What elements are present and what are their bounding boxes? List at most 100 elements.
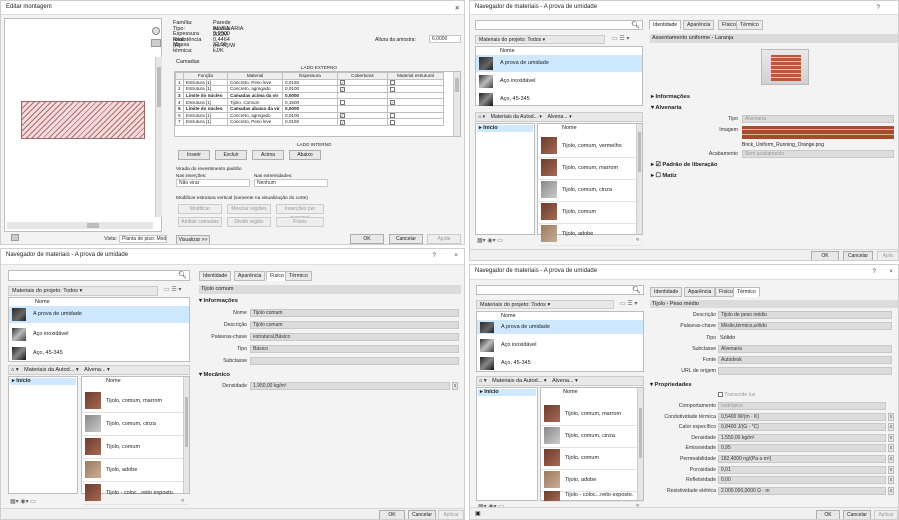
thermal-prop-spinner[interactable]: ⇕ xyxy=(888,444,894,453)
layer-cell-n[interactable]: 2 xyxy=(175,85,184,93)
layer-cell-m[interactable]: Camadas acima da vir xyxy=(227,91,283,100)
list-item[interactable]: Aço, 45-345 xyxy=(476,91,642,108)
preview-orientation-icon[interactable] xyxy=(11,234,19,241)
layer-cell-m[interactable]: Concreto, agregado xyxy=(227,111,283,120)
cancel-button[interactable]: Cancelar xyxy=(843,510,871,519)
structural-checkbox[interactable] xyxy=(390,80,395,86)
list-item[interactable]: Tijolo, comum xyxy=(82,435,189,459)
merge-regions-button[interactable]: Mesclar regiões xyxy=(227,204,271,214)
library-tools-icon[interactable]: ▦▾ ◉▾ ▭ xyxy=(477,237,503,244)
subclass-field[interactable] xyxy=(250,357,459,365)
tab-identity[interactable]: Identidade xyxy=(650,287,683,297)
layer-cell-e[interactable]: 0,0100 xyxy=(282,111,338,120)
name-field[interactable]: Tijolo comum xyxy=(250,309,459,317)
list-item[interactable]: Tijolo, comum, cinza xyxy=(538,178,642,202)
search-input[interactable]: 🔍︎ xyxy=(476,285,644,295)
transmits-light-checkbox[interactable]: Transmite luz xyxy=(718,392,755,398)
list-item[interactable]: A prova de umidade xyxy=(477,320,643,334)
structural-checkbox-cell[interactable] xyxy=(387,85,444,93)
section-relief-pattern[interactable]: ▸ ☑ Padrão de liberação xyxy=(651,162,717,168)
layer-cell-f[interactable]: Limite do núcleo xyxy=(183,91,228,100)
layer-cell-f[interactable]: Estrutura [1] xyxy=(183,85,228,93)
collapse-panel-icon[interactable]: « xyxy=(181,498,184,504)
delete-layer-button[interactable]: Excluir xyxy=(215,150,247,160)
table-row[interactable]: 7 Estrutura [1] Concreto, Peso leve 0,0150 ✓ xyxy=(175,118,444,126)
thermal-prop-field[interactable]: Isotrópico xyxy=(718,402,886,410)
thermal-prop-spinner[interactable]: ⇕ xyxy=(888,423,894,432)
thermal-prop-field[interactable]: 2.000.000,0000 Ω · m xyxy=(718,486,886,495)
section-tint[interactable]: ▸ ☐ Matiz xyxy=(651,173,677,179)
tab-appearance[interactable]: Aparência xyxy=(683,20,715,30)
wraps-checkbox-cell[interactable]: ✓ xyxy=(337,111,388,120)
structural-checkbox-cell[interactable] xyxy=(387,78,444,87)
view-options-icon[interactable]: ▭ ☰ ▾ xyxy=(620,300,637,307)
source-field[interactable]: Autodesk xyxy=(718,356,892,364)
modify-button[interactable]: Modificar xyxy=(178,204,222,214)
wraps-checkbox-cell[interactable] xyxy=(337,98,388,106)
section-information[interactable]: ▸ Informações xyxy=(651,94,690,100)
layer-cell-n[interactable]: 4 xyxy=(175,98,184,106)
tree-item-home[interactable]: ▸ Início xyxy=(10,378,76,385)
tree-item-home[interactable]: ▸ Início xyxy=(477,125,533,132)
zoom-icon[interactable] xyxy=(152,27,160,35)
table-row[interactable]: 1 Estrutura [1] Concreto, Peso leve 0,0150 ✓ xyxy=(175,78,444,87)
section-information[interactable]: ▾ Informações xyxy=(199,298,238,304)
close-icon[interactable]: × xyxy=(889,268,893,275)
list-item[interactable]: Tijolo - coloc...reito exposto. xyxy=(82,481,189,505)
list-item[interactable]: Tijolo, adobe xyxy=(538,222,642,246)
density-spinner[interactable]: ⇕ xyxy=(452,382,458,390)
sweeps-button[interactable]: Inserções per personal xyxy=(276,204,324,221)
tab-identity[interactable]: Identidade xyxy=(649,20,682,30)
finish-dropdown[interactable]: Sem acabamento xyxy=(742,150,894,158)
move-down-button[interactable]: Abaixo xyxy=(289,150,321,160)
type-field[interactable]: Alvenaria xyxy=(742,115,894,123)
split-region-button[interactable]: Dividir região xyxy=(227,217,271,227)
list-item[interactable]: A prova de umidade xyxy=(476,55,642,72)
cancel-button[interactable]: Cancelar xyxy=(389,234,423,244)
library-scrollbar[interactable] xyxy=(636,124,642,234)
library-scrollbar[interactable] xyxy=(183,377,189,493)
table-row[interactable]: 6 Estrutura [1] Concreto, agregado 0,0100 ✓ xyxy=(175,111,444,120)
breadcrumb-category[interactable]: Alvena... xyxy=(547,114,567,120)
thermal-prop-field[interactable]: 182,4000 ng/(Pa·s·m²) xyxy=(718,455,886,463)
layer-cell-m[interactable]: Concreto, Peso leve xyxy=(227,118,283,126)
list-item[interactable]: Aço inoxidável xyxy=(477,337,643,354)
structural-checkbox-cell[interactable] xyxy=(387,91,444,100)
view-options-icon[interactable]: ▭ ☰ ▾ xyxy=(164,286,181,293)
keywords-field[interactable]: Médio,térmico,sólido xyxy=(718,322,892,330)
home-icon[interactable]: ⌂ ▾ xyxy=(478,114,485,120)
structural-checkbox[interactable] xyxy=(390,86,395,92)
layer-cell-e[interactable]: 0,0150 xyxy=(282,118,338,126)
breadcrumb-library[interactable]: Materiais da Autod... xyxy=(492,378,542,384)
search-input[interactable]: 🔍︎ xyxy=(475,20,643,30)
structural-checkbox-cell[interactable]: ✓ xyxy=(387,98,444,106)
wraps-checkbox[interactable]: ✓ xyxy=(340,113,345,118)
source-url-field[interactable] xyxy=(718,367,892,375)
wraps-checkbox-cell[interactable] xyxy=(337,91,388,100)
subclass-field[interactable]: Alvenaria xyxy=(718,345,892,353)
brick-image-swatch[interactable] xyxy=(742,126,894,139)
thermal-prop-spinner[interactable]: ⇕ xyxy=(888,476,894,485)
help-icon[interactable]: ? xyxy=(876,4,880,11)
tree-item-home[interactable]: ▸ Início xyxy=(478,389,536,396)
breadcrumb-library[interactable]: Materiais da Autod... xyxy=(491,114,538,120)
thermal-prop-spinner[interactable]: ⇕ xyxy=(888,412,894,421)
insert-layer-button[interactable]: Inserir xyxy=(178,150,210,160)
layer-cell-e[interactable]: 0,0150 xyxy=(282,78,338,87)
library-scrollbar[interactable] xyxy=(637,388,643,500)
list-item[interactable]: Tijolo, comum, marrom xyxy=(538,156,642,180)
layer-cell-n[interactable]: 6 xyxy=(175,111,184,120)
structural-checkbox-cell[interactable] xyxy=(387,111,444,120)
list-item[interactable]: Aço, 45-345 xyxy=(9,345,189,362)
list-item[interactable]: Aço, 45-345 xyxy=(477,355,643,372)
wraps-checkbox[interactable]: ✓ xyxy=(340,80,345,86)
wraps-checkbox-cell[interactable] xyxy=(337,104,388,113)
table-row[interactable]: 4 Estrutura [1] Tijolo, Comum 0,1500 ✓ xyxy=(175,98,444,106)
wraps-checkbox-cell[interactable]: ✓ xyxy=(337,85,388,93)
move-up-button[interactable]: Acima xyxy=(252,150,284,160)
assign-layers-button[interactable]: Atribuir camadas xyxy=(178,217,222,227)
help-icon[interactable]: ? xyxy=(872,268,876,275)
list-item[interactable]: Tijolo, comum, marrom xyxy=(82,389,189,413)
thermal-prop-spinner[interactable]: ⇕ xyxy=(888,465,894,474)
apply-button[interactable]: Aplicar xyxy=(438,510,464,519)
